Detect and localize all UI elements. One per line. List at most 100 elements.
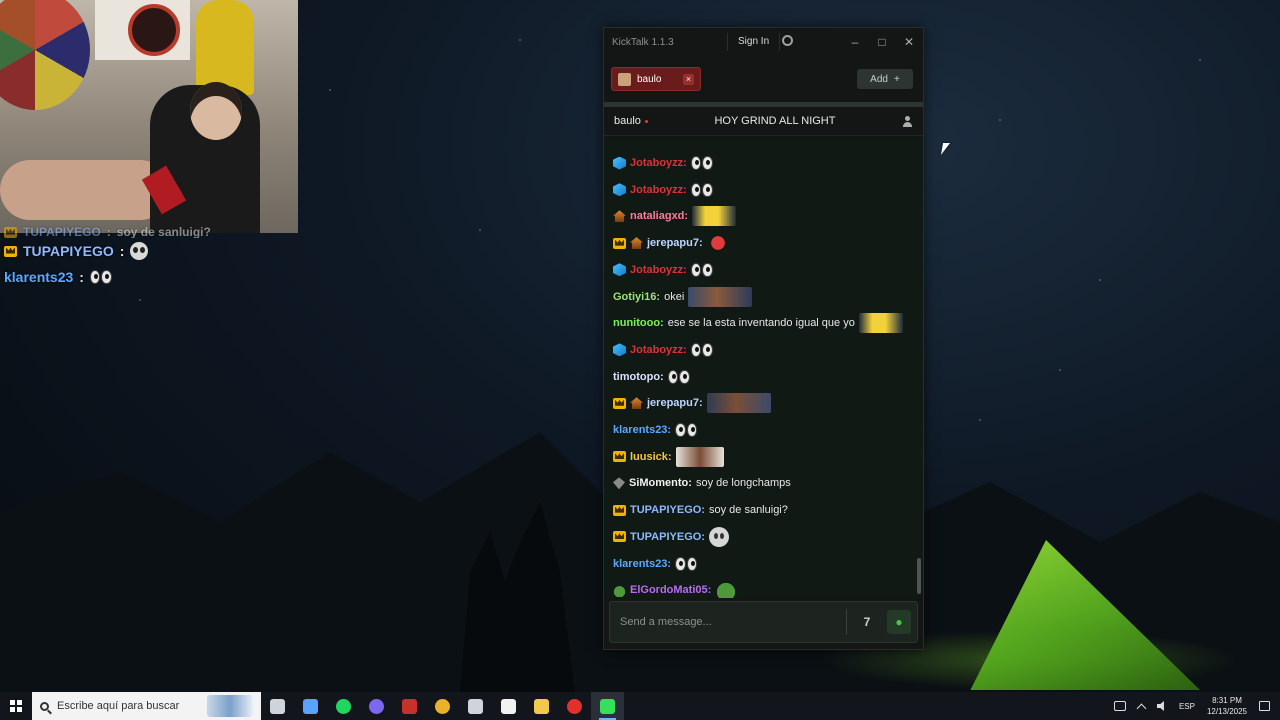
taskbar-search[interactable]: Escribe aquí para buscar — [32, 692, 261, 720]
close-button[interactable]: ✕ — [903, 35, 915, 49]
sign-in-button[interactable]: Sign In — [727, 33, 781, 51]
message-username[interactable]: Gotiyi16: — [613, 291, 660, 303]
chat-message[interactable]: SiMomento: soy de longchamps — [613, 473, 913, 493]
facephoto-emote-icon — [675, 446, 724, 467]
message-username[interactable]: klarents23: — [613, 558, 671, 570]
message-username[interactable]: TUPAPIYEGO: — [630, 531, 705, 543]
close-tab-icon[interactable]: × — [683, 73, 694, 85]
cube-badge-icon — [613, 183, 626, 197]
search-icon — [40, 701, 49, 711]
start-button[interactable] — [0, 692, 32, 720]
title-bar[interactable]: KickTalk 1.1.3 Sign In – □ ✕ — [604, 28, 923, 56]
chat-message[interactable]: timotopo: — [613, 367, 913, 387]
overlay-username: klarents23 — [4, 269, 74, 285]
overlay-text: soy de sanluigi? — [116, 226, 211, 238]
message-username[interactable]: nataliagxd: — [630, 210, 688, 222]
chat-message[interactable]: Jotaboyzz: — [613, 260, 913, 280]
message-username[interactable]: jerepapu7: — [647, 397, 703, 409]
chat-message[interactable]: klarents23: — [613, 554, 913, 574]
message-text: soy de sanluigi? — [708, 504, 788, 517]
chat-message[interactable]: jerepapu7: — [613, 393, 913, 414]
prize-wheel — [0, 0, 90, 110]
add-tab-label: Add — [870, 73, 888, 85]
add-tab-button[interactable]: Add + — [857, 69, 913, 89]
message-username[interactable]: nunitooo: — [613, 317, 664, 329]
message-username[interactable]: timotopo: — [613, 371, 664, 383]
streamer-head — [190, 82, 242, 140]
chat-message[interactable]: nataliagxd: — [613, 206, 913, 227]
clock[interactable]: 8:31 PM 12/13/2025 — [1207, 695, 1247, 717]
taskbar-app-video-app[interactable] — [393, 692, 426, 720]
chat-message[interactable]: luusick: — [613, 446, 913, 467]
user-icon[interactable] — [902, 115, 913, 127]
chat-message[interactable]: klarents23: — [613, 420, 913, 440]
photo2-emote-icon — [706, 393, 771, 414]
chat-message[interactable]: Jotaboyzz: — [613, 340, 913, 360]
taskbar-app-obs[interactable] — [459, 692, 492, 720]
message-username[interactable]: Jotaboyzz: — [630, 184, 687, 196]
tab-bar: baulo × Add + — [604, 56, 923, 107]
message-username[interactable]: Jotaboyzz: — [630, 344, 687, 356]
streamer-legs — [0, 160, 170, 220]
emote-picker-icon[interactable]: ● — [887, 610, 911, 634]
eyes-emote-icon — [667, 367, 690, 387]
search-highlight-art — [207, 695, 253, 717]
taskbar-apps — [261, 692, 624, 720]
system-tray: ESP 8:31 PM 12/13/2025 — [1113, 695, 1280, 717]
taskbar-app-spotify[interactable] — [327, 692, 360, 720]
eyes-emote-icon — [690, 340, 713, 360]
chat-message[interactable]: TUPAPIYEGO: — [613, 526, 913, 547]
house-badge-icon — [630, 397, 643, 410]
webcam-overlay — [0, 0, 298, 233]
channel-bar: baulo HOY GRIND ALL NIGHT — [604, 107, 923, 136]
cube-badge-icon — [613, 156, 626, 170]
gear-icon[interactable] — [782, 35, 793, 46]
notification-icon[interactable] — [1259, 701, 1270, 711]
channel-name-group[interactable]: baulo — [614, 115, 648, 127]
message-input[interactable] — [610, 615, 846, 629]
chevron-up-icon[interactable] — [1136, 703, 1147, 713]
chat-message[interactable]: Jotaboyzz: — [613, 180, 913, 200]
message-username[interactable]: TUPAPIYEGO: — [630, 504, 705, 516]
maximize-button[interactable]: □ — [876, 35, 888, 49]
chat-message[interactable]: ElGordoMati05: — [613, 580, 913, 598]
frog-emote-icon — [715, 580, 738, 598]
taskbar-app-task-view[interactable] — [261, 692, 294, 720]
message-username[interactable]: ElGordoMati05: — [630, 584, 711, 596]
seventv-icon[interactable]: 7 — [855, 610, 879, 634]
crown-badge-icon — [613, 504, 626, 516]
tab-baulo[interactable]: baulo × — [611, 67, 701, 91]
volume-icon[interactable] — [1156, 701, 1164, 711]
language-indicator[interactable]: ESP — [1179, 702, 1195, 711]
taskbar-app-chrome[interactable] — [426, 692, 459, 720]
chat-scrollbar[interactable] — [917, 558, 921, 594]
taskbar-app-kicktalk[interactable] — [591, 692, 624, 720]
message-username[interactable]: SiMomento: — [629, 477, 692, 489]
taskbar-app-tiktok[interactable] — [492, 692, 525, 720]
chat-messages[interactable]: Jotaboyzz: Jotaboyzz: nataliagxd: jerepapu7… — [604, 138, 923, 598]
taskbar-app-copilot[interactable] — [294, 692, 327, 720]
taskbar-app-opera[interactable] — [558, 692, 591, 720]
tab-label: baulo — [637, 73, 662, 85]
overlay-separator: : — [106, 226, 111, 238]
chat-message[interactable]: jerepapu7: — [613, 233, 913, 254]
discord-icon — [369, 698, 384, 714]
windows-logo-icon — [10, 700, 22, 712]
message-username[interactable]: luusick: — [630, 451, 672, 463]
chat-message[interactable]: Jotaboyzz: — [613, 153, 913, 173]
photo-emote-icon — [688, 286, 753, 307]
taskbar-app-discord[interactable] — [360, 692, 393, 720]
chat-message[interactable]: TUPAPIYEGO: soy de sanluigi? — [613, 500, 913, 520]
message-username[interactable]: Jotaboyzz: — [630, 264, 687, 276]
search-placeholder: Escribe aquí para buscar — [57, 700, 180, 712]
taskbar-app-file-explorer[interactable] — [525, 692, 558, 720]
chat-message[interactable]: Gotiyi16: okei — [613, 286, 913, 307]
keyboard-icon[interactable] — [1113, 701, 1126, 711]
message-username[interactable]: klarents23: — [613, 424, 671, 436]
minimize-button[interactable]: – — [849, 35, 861, 49]
message-username[interactable]: jerepapu7: — [647, 237, 703, 249]
message-username[interactable]: Jotaboyzz: — [630, 157, 687, 169]
chat-message[interactable]: nunitooo: ese se la esta inventando igual… — [613, 313, 913, 334]
eyes-emote-icon — [675, 420, 698, 440]
ghost-emote-icon — [130, 242, 149, 260]
